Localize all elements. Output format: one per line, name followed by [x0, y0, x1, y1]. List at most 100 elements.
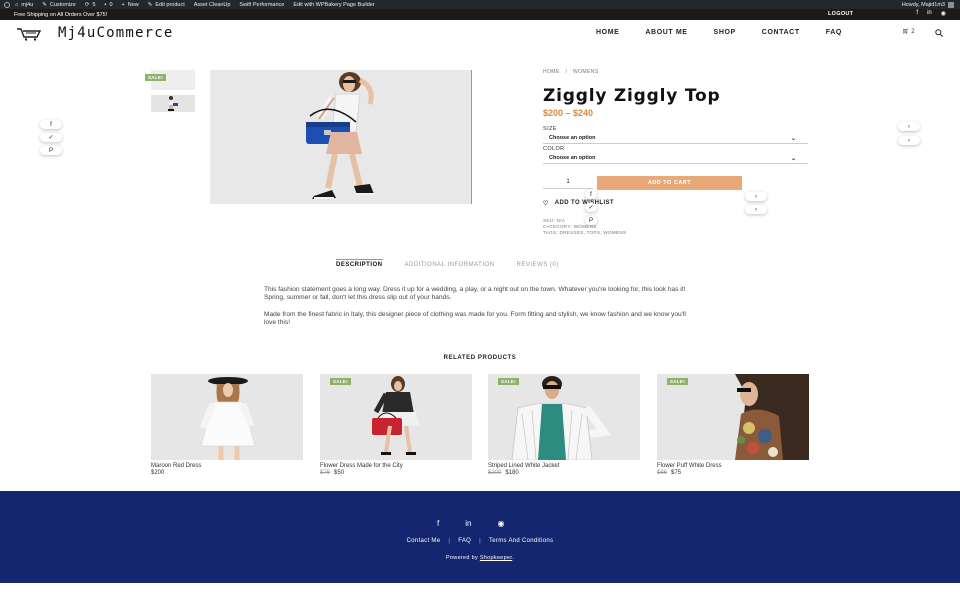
tab-reviews[interactable]: REVIEWS (0) — [517, 262, 559, 268]
updates-icon: ⟳ — [84, 1, 90, 8]
breadcrumb-separator: / — [565, 69, 568, 75]
admin-swift-link[interactable]: Swift Performance — [239, 2, 284, 8]
linkedin-icon[interactable]: in — [465, 519, 471, 528]
nav-shop[interactable]: SHOP — [714, 29, 736, 36]
pinterest-icon[interactable]: P — [40, 146, 62, 155]
tab-additional-information[interactable]: ADDITIONAL INFORMATION — [405, 262, 495, 268]
related-product-image[interactable] — [151, 374, 303, 460]
size-label: SIZE — [543, 126, 557, 132]
nav-contact[interactable]: CONTACT — [762, 29, 800, 36]
header-cart[interactable]: 🛒︎ 2 — [902, 28, 915, 35]
related-product-image[interactable]: SALE! — [320, 374, 472, 460]
top-strip: Free Shipping on All Orders Over $75! LO… — [0, 9, 960, 20]
nav-home[interactable]: HOME — [596, 29, 619, 36]
facebook-icon[interactable]: f — [40, 120, 62, 129]
sale-badge: SALE! — [330, 378, 351, 385]
main-nav: HOME ABOUT ME SHOP CONTACT FAQ — [596, 29, 868, 36]
related-product-card[interactable]: SALE! Flower Puff White Dress $86 $75 — [657, 374, 809, 476]
site-footer: f in ◉ Contact Me | FAQ | Terms And Conditio… — [0, 491, 960, 583]
color-label: COLOR — [543, 146, 565, 152]
shopkeeper-link[interactable]: Shopkeeper — [480, 555, 512, 561]
add-to-cart-button[interactable]: ADD TO CART — [597, 176, 742, 190]
previous-product-icon[interactable]: ‹ — [745, 192, 767, 201]
model-photo — [511, 376, 612, 460]
tab-description[interactable]: DESCRIPTION — [336, 259, 383, 268]
breadcrumb-home[interactable]: HOME — [543, 69, 560, 75]
product-sku: SKU: N/A — [543, 218, 566, 223]
site-logo[interactable]: Mj4uCommerce — [58, 25, 174, 41]
footer-link-terms[interactable]: Terms And Conditions — [489, 538, 553, 544]
related-product-price: $200 — [151, 470, 165, 476]
footer-social-links: f in ◉ — [437, 519, 504, 528]
model-photo — [735, 374, 809, 460]
instagram-icon[interactable]: ◉ — [497, 519, 504, 528]
related-product-name[interactable]: Maroon Red Dress — [151, 463, 303, 469]
admin-wpbakery-link[interactable]: Edit with WPBakery Page Builder — [293, 2, 374, 8]
product-category: CATEGORY: WOMENS — [543, 224, 597, 229]
nav-faq[interactable]: FAQ — [826, 29, 842, 36]
footer-link-contact[interactable]: Contact Me — [407, 538, 441, 544]
model-photo — [210, 70, 471, 204]
twitter-icon[interactable]: ✓ — [585, 203, 597, 212]
related-product-card[interactable]: SALE! Flower Dress Made for the City $76… — [320, 374, 472, 476]
linkedin-icon[interactable]: in — [927, 10, 932, 17]
related-product-image[interactable]: SALE! — [657, 374, 809, 460]
facebook-icon[interactable]: f — [585, 190, 597, 199]
wp-admin-bar: ⌂ mj4u ✎ Customize ⟳ 5 ▪ 0 + New ✎ Edit produc… — [0, 0, 960, 9]
instagram-icon[interactable]: ◉ — [941, 10, 946, 17]
breadcrumb-womens[interactable]: WOMENS — [573, 69, 598, 75]
sale-badge: SALE! — [145, 74, 166, 81]
wordpress-logo-icon[interactable] — [4, 1, 10, 8]
previous-product-icon[interactable]: ‹ — [898, 122, 920, 131]
related-products-title: RELATED PRODUCTS — [443, 355, 517, 361]
model-photo — [372, 376, 420, 455]
admin-asset-cleanup-link[interactable]: Asset CleanUp — [194, 2, 231, 8]
comment-icon: ▪ — [104, 1, 107, 8]
cart-icon: 🛒︎ — [902, 29, 910, 35]
product-main-image[interactable] — [210, 70, 472, 204]
admin-account-menu[interactable]: Howdy, Majid1m3 — [902, 0, 954, 9]
footer-separator: | — [479, 538, 481, 544]
floating-product-nav: ‹ › — [745, 192, 767, 214]
description-paragraph: This fashion statement goes a long way. … — [264, 286, 686, 301]
product-title: Ziggly Ziggly Top — [543, 86, 721, 106]
admin-customize-link[interactable]: ✎ Customize — [42, 2, 76, 8]
related-product-card[interactable]: SALE! Striped Lined White Jacket $200 $18… — [488, 374, 640, 476]
facebook-icon[interactable]: f — [437, 519, 439, 528]
product-tabs: DESCRIPTION ADDITIONAL INFORMATION REVIE… — [336, 259, 559, 268]
quantity-input[interactable]: 1 — [543, 177, 593, 189]
footer-separator: | — [448, 538, 451, 544]
twitter-icon[interactable]: ✓ — [40, 133, 62, 142]
admin-edit-product-link[interactable]: ✎ Edit product — [148, 2, 185, 8]
admin-site-link[interactable]: ⌂ mj4u — [15, 2, 33, 8]
facebook-icon[interactable]: f — [916, 10, 918, 17]
brush-icon: ✎ — [42, 1, 47, 8]
color-select[interactable]: Choose an option ⌄ — [543, 153, 808, 164]
related-product-name[interactable]: Striped Lined White Jacket — [488, 463, 640, 469]
gallery-thumbnail[interactable] — [151, 95, 195, 112]
chevron-down-icon: ⌄ — [790, 136, 796, 142]
share-buttons: f ✓ P — [40, 120, 62, 155]
next-product-icon[interactable]: › — [898, 136, 920, 145]
admin-new-link[interactable]: + New — [122, 2, 139, 8]
admin-comments-link[interactable]: ▪ 0 — [105, 2, 113, 8]
size-select[interactable]: Choose an option ⌄ — [543, 133, 808, 144]
admin-updates-link[interactable]: ⟳ 5 — [85, 2, 96, 8]
related-product-card[interactable]: Maroon Red Dress $200 — [151, 374, 303, 476]
related-product-image[interactable]: SALE! — [488, 374, 640, 460]
footer-links: Contact Me | FAQ | Terms And Conditions — [0, 538, 960, 544]
heart-icon: ♡ — [543, 201, 549, 207]
related-product-name[interactable]: Flower Dress Made for the City — [320, 463, 472, 469]
next-product-icon[interactable]: › — [745, 205, 767, 214]
related-product-name[interactable]: Flower Puff White Dress — [657, 463, 809, 469]
related-product-price: $86 $75 — [657, 470, 682, 476]
product-nav: ‹ › — [898, 122, 920, 145]
pencil-icon: ✎ — [147, 1, 153, 8]
footer-link-faq[interactable]: FAQ — [458, 538, 471, 544]
add-to-wishlist-link[interactable]: ♡ ADD TO WISHLIST — [543, 200, 614, 207]
logout-link[interactable]: LOGOUT — [828, 11, 853, 17]
search-icon[interactable] — [935, 29, 943, 37]
cart-logo-icon[interactable] — [16, 27, 42, 41]
nav-about-me[interactable]: ABOUT ME — [645, 29, 687, 36]
site-header: Mj4uCommerce HOME ABOUT ME SHOP CONTACT … — [0, 20, 960, 48]
